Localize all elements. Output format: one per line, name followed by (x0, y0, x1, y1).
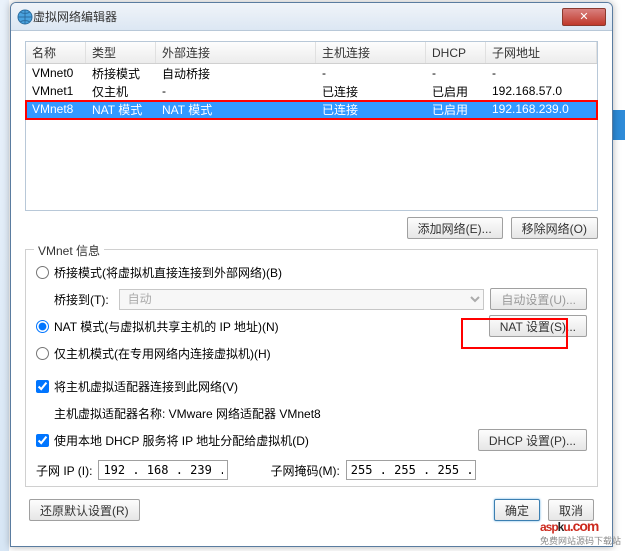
subnet-mask-field[interactable] (346, 460, 476, 480)
vmnet-info-group: VMnet 信息 桥接模式(将虚拟机直接连接到外部网络)(B) 桥接到(T): … (25, 249, 598, 487)
bridged-label: 桥接模式(将虚拟机直接连接到外部网络)(B) (54, 264, 282, 281)
subnet-ip-label: 子网 IP (I): (36, 462, 92, 479)
host-adapter-name: 主机虚拟适配器名称: VMware 网络适配器 VMnet8 (54, 405, 321, 422)
dhcp-settings-button[interactable]: DHCP 设置(P)... (478, 429, 587, 451)
add-network-button[interactable]: 添加网络(E)... (407, 217, 503, 239)
window-content: 名称 类型 外部连接 主机连接 DHCP 子网地址 VMnet0 桥接模式 自动… (11, 31, 612, 531)
nat-settings-button[interactable]: NAT 设置(S)... (489, 315, 587, 337)
bridge-to-line: 桥接到(T): 自动 自动设置(U)... (54, 287, 587, 311)
table-header: 名称 类型 外部连接 主机连接 DHCP 子网地址 (26, 42, 597, 64)
table-row[interactable]: VMnet0 桥接模式 自动桥接 - - - (26, 64, 597, 82)
col-host[interactable]: 主机连接 (316, 42, 426, 63)
nat-mode-line: NAT 模式(与虚拟机共享主机的 IP 地址)(N) NAT 设置(S)... (36, 314, 587, 338)
col-type[interactable]: 类型 (86, 42, 156, 63)
group-title: VMnet 信息 (34, 242, 104, 259)
bridged-mode-line: 桥接模式(将虚拟机直接连接到外部网络)(B) (36, 260, 587, 284)
subnet-row: 子网 IP (I): 子网掩码(M): (36, 460, 587, 480)
left-window-strip (0, 0, 9, 551)
col-subnet[interactable]: 子网地址 (486, 42, 597, 63)
nat-label: NAT 模式(与虚拟机共享主机的 IP 地址)(N) (54, 318, 279, 335)
dhcp-line: 使用本地 DHCP 服务将 IP 地址分配给虚拟机(D) DHCP 设置(P).… (36, 428, 587, 452)
dialog-buttons: 还原默认设置(R) 确定 取消 (25, 499, 598, 521)
bridged-radio[interactable] (36, 266, 49, 279)
remove-network-button[interactable]: 移除网络(O) (511, 217, 598, 239)
host-adapter-checkbox[interactable] (36, 380, 49, 393)
subnet-ip-field[interactable] (98, 460, 228, 480)
auto-settings-button: 自动设置(U)... (490, 288, 587, 310)
window-title: 虚拟网络编辑器 (33, 8, 562, 25)
dhcp-label: 使用本地 DHCP 服务将 IP 地址分配给虚拟机(D) (54, 432, 309, 449)
network-buttons: 添加网络(E)... 移除网络(O) (25, 217, 598, 239)
hostonly-mode-line: 仅主机模式(在专用网络内连接虚拟机)(H) (36, 341, 587, 365)
table-row[interactable]: VMnet1 仅主机 - 已连接 已启用 192.168.57.0 (26, 82, 597, 100)
close-button[interactable]: ✕ (562, 8, 606, 26)
ok-button[interactable]: 确定 (494, 499, 540, 521)
col-dhcp[interactable]: DHCP (426, 42, 486, 63)
hostonly-label: 仅主机模式(在专用网络内连接虚拟机)(H) (54, 345, 271, 362)
titlebar[interactable]: 虚拟网络编辑器 ✕ (11, 3, 612, 31)
dhcp-checkbox[interactable] (36, 434, 49, 447)
restore-defaults-button[interactable]: 还原默认设置(R) (29, 499, 140, 521)
table-row-selected[interactable]: VMnet8 NAT 模式 NAT 模式 已连接 已启用 192.168.239… (26, 100, 597, 118)
col-name[interactable]: 名称 (26, 42, 86, 63)
nat-radio[interactable] (36, 320, 49, 333)
bridge-to-select: 自动 (119, 289, 485, 310)
watermark: aspku.com 免费网站源码下载站 (540, 507, 621, 547)
col-ext[interactable]: 外部连接 (156, 42, 316, 63)
host-adapter-line: 将主机虚拟适配器连接到此网络(V) (36, 374, 587, 398)
bridge-to-label: 桥接到(T): (54, 291, 109, 308)
table-body: VMnet0 桥接模式 自动桥接 - - - VMnet1 仅主机 - 已连接 … (26, 64, 597, 118)
vnet-editor-window: 虚拟网络编辑器 ✕ 名称 类型 外部连接 主机连接 DHCP 子网地址 VMne… (10, 2, 613, 547)
subnet-mask-label: 子网掩码(M): (270, 462, 339, 479)
globe-icon (17, 9, 33, 25)
host-adapter-label: 将主机虚拟适配器连接到此网络(V) (54, 378, 238, 395)
hostonly-radio[interactable] (36, 347, 49, 360)
network-table: 名称 类型 外部连接 主机连接 DHCP 子网地址 VMnet0 桥接模式 自动… (25, 41, 598, 211)
host-adapter-name-line: 主机虚拟适配器名称: VMware 网络适配器 VMnet8 (54, 401, 587, 425)
right-accent-block (613, 110, 625, 140)
